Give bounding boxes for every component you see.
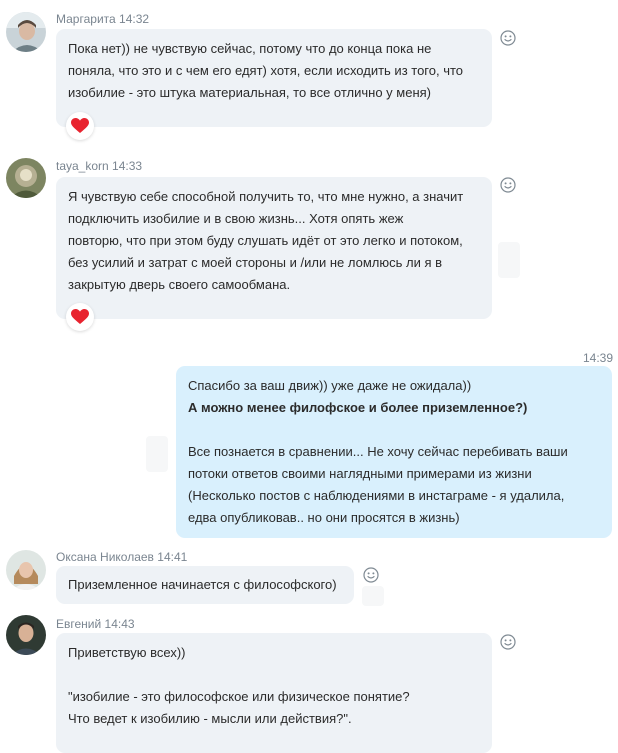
message-text: Я чувствую себе способной получить то, ч…	[68, 189, 464, 292]
timestamp: 14:41	[157, 550, 188, 564]
message-meta: Евгений 14:43	[56, 617, 135, 631]
message-line: Приветствую всех))	[68, 645, 186, 660]
avatar-oksana[interactable]	[6, 550, 46, 590]
heart-icon	[71, 309, 89, 324]
timestamp: 14:33	[112, 159, 143, 173]
message-line: Спасибо за ваш движ)) уже даже не ожидал…	[188, 378, 472, 393]
message-text: Приземленное начинается с философского)	[68, 577, 337, 592]
author-name[interactable]: Оксана Николаев	[56, 550, 154, 564]
timestamp: 14:43	[104, 617, 135, 631]
heart-icon	[71, 118, 89, 133]
reaction-badge[interactable]	[66, 112, 94, 140]
avatar-evgeniy[interactable]	[6, 615, 46, 655]
avatar-taya-korn[interactable]	[6, 158, 46, 198]
message-meta: Оксана Николаев 14:41	[56, 550, 187, 564]
message-bubble[interactable]: Приветствую всех)) "изобилие - это филос…	[56, 633, 492, 753]
reaction-badge[interactable]	[66, 303, 94, 331]
timestamp: 14:32	[119, 12, 150, 26]
faded-artifact	[146, 436, 168, 472]
faded-artifact	[498, 242, 520, 278]
author-name[interactable]: Евгений	[56, 617, 101, 631]
avatar-margarita[interactable]	[6, 12, 46, 52]
own-message-bubble[interactable]: Спасибо за ваш движ)) уже даже не ожидал…	[176, 366, 612, 538]
message-quote: "изобилие - это философское или физическ…	[68, 689, 410, 726]
faded-artifact	[362, 586, 384, 606]
message-bubble[interactable]: Приземленное начинается с философского)	[56, 566, 354, 604]
add-reaction-button[interactable]	[363, 567, 379, 583]
timestamp: 14:39	[583, 351, 614, 365]
message-bubble[interactable]: Я чувствую себе способной получить то, ч…	[56, 177, 492, 319]
add-reaction-button[interactable]	[500, 30, 516, 46]
message-text: Пока нет)) не чувствую сейчас, потому чт…	[68, 41, 464, 100]
smiley-icon	[363, 567, 379, 583]
message-meta: Маргарита 14:32	[56, 12, 149, 26]
smiley-icon	[500, 177, 516, 193]
author-name[interactable]: taya_korn	[56, 159, 109, 173]
message-bubble[interactable]: Пока нет)) не чувствую сейчас, потому чт…	[56, 29, 492, 127]
add-reaction-button[interactable]	[500, 177, 516, 193]
smiley-icon	[500, 634, 516, 650]
message-paragraph: Все познается в сравнении... Не хочу сей…	[188, 444, 568, 525]
add-reaction-button[interactable]	[500, 634, 516, 650]
message-meta: taya_korn 14:33	[56, 159, 142, 173]
author-name[interactable]: Маргарита	[56, 12, 116, 26]
smiley-icon	[500, 30, 516, 46]
message-line-bold: А можно менее филофское и более приземле…	[188, 400, 528, 415]
